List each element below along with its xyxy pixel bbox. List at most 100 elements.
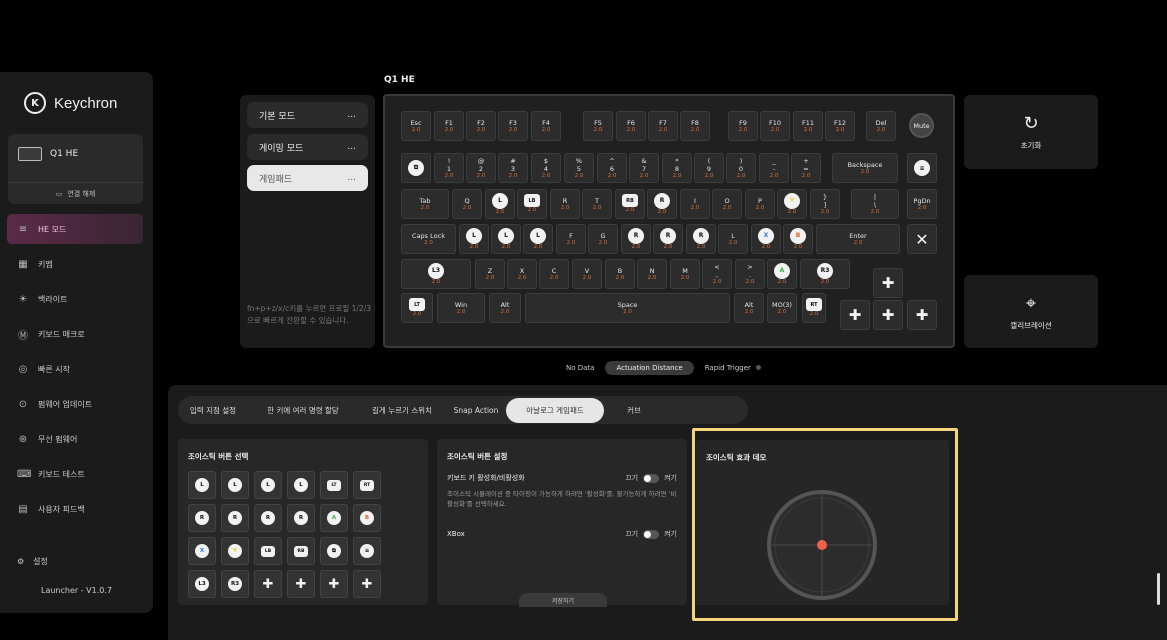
key-r0-c11[interactable]: F11 2.0 (793, 111, 823, 141)
key-r5-c2[interactable]: Alt 2.0 (489, 293, 521, 323)
sidebar-item-0[interactable]: ≡ HE 모드 (7, 214, 143, 244)
key-r2-c9[interactable]: O 2.0 (712, 189, 742, 219)
key-r4-c3[interactable]: C 2.0 (539, 259, 569, 289)
key-r2-c5[interactable]: T 2.0 (582, 189, 612, 219)
joystick-button-option[interactable]: ✚ (320, 570, 348, 598)
xbox-toggle[interactable] (643, 529, 660, 539)
joystick-button-option[interactable]: A (320, 504, 348, 532)
key-r1-c13[interactable]: Backspace 2.0 (832, 153, 898, 183)
joystick-button-option[interactable]: R (221, 504, 249, 532)
key-r3-c11[interactable]: B 2.0 (783, 224, 813, 254)
key-r5-c6[interactable]: RT 2.0 (802, 293, 826, 323)
key-r0-c1[interactable]: F1 2.0 (434, 111, 464, 141)
calibration-button[interactable]: ⌖ 캘리브레이션 (964, 275, 1098, 348)
key-r4-c9[interactable]: >. 2.0 (735, 259, 765, 289)
key-r5-c5[interactable]: MO(3) 2.0 (767, 293, 797, 323)
key-r0-c7[interactable]: F7 2.0 (648, 111, 678, 141)
key-r1-c4[interactable]: $4 2.0 (531, 153, 561, 183)
mute-knob[interactable]: Mute (909, 113, 934, 138)
save-button[interactable]: 저장하기 (519, 593, 607, 607)
key-r4-c6[interactable]: N 2.0 (637, 259, 667, 289)
key-r1-c2[interactable]: @2 2.0 (466, 153, 496, 183)
joystick-button-option[interactable]: ✚ (254, 570, 282, 598)
joystick-button-option[interactable]: R3 (221, 570, 249, 598)
key-r5-c3[interactable]: Space 2.0 (525, 293, 730, 323)
keyboard-key-toggle[interactable] (643, 473, 660, 483)
sidebar-item-8[interactable]: ▤ 사용자 피드백 (7, 494, 143, 524)
key-r3-c7[interactable]: R 2.0 (653, 224, 683, 254)
key-r0-c9[interactable]: F9 2.0 (728, 111, 758, 141)
segment-no-data[interactable]: No Data (555, 361, 605, 375)
key-r3-c8[interactable]: R 2.0 (686, 224, 716, 254)
joystick-button-option[interactable]: R (254, 504, 282, 532)
joystick-button-option[interactable]: L3 (188, 570, 216, 598)
key-r0-c4[interactable]: F4 2.0 (531, 111, 561, 141)
more-icon[interactable]: ... (347, 110, 356, 120)
joystick-button-option[interactable]: L (287, 471, 315, 499)
key-r3-c12[interactable]: Enter 2.0 (816, 224, 900, 254)
key-r2-c12[interactable]: }] 2.0 (810, 189, 840, 219)
joystick-button-option[interactable]: L (188, 471, 216, 499)
key-r2-c8[interactable]: I 2.0 (680, 189, 710, 219)
tab-0[interactable]: 입력 지점 설정 (178, 398, 248, 423)
tab-2[interactable]: 길게 누르기 스위치 (358, 398, 446, 423)
joystick-button-option[interactable]: LB (254, 537, 282, 565)
key-r2-c2[interactable]: L 2.0 (485, 189, 515, 219)
mode-gaming-button[interactable]: 게이밍 모드... (247, 134, 368, 160)
key-r3-c5[interactable]: G 2.0 (588, 224, 618, 254)
key-r3-c3[interactable]: L 2.0 (523, 224, 553, 254)
key-r0-c10[interactable]: F10 2.0 (760, 111, 790, 141)
key-r0-c3[interactable]: F3 2.0 (498, 111, 528, 141)
key-r1-c11[interactable]: _ -2.0 (759, 153, 789, 183)
key-r0-c0[interactable]: Esc 2.0 (401, 111, 431, 141)
key-r3-c13[interactable]: ✕ (907, 224, 937, 254)
disconnect-button[interactable]: ▭ 연결 해제 (8, 182, 143, 204)
joystick-button-option[interactable]: Y (221, 537, 249, 565)
joystick-button-option[interactable]: ✚ (287, 570, 315, 598)
key-r3-c0[interactable]: Caps Lock 2.0 (401, 224, 456, 254)
reset-button[interactable]: ↻ 초기화 (964, 95, 1098, 169)
joystick-button-option[interactable]: LT (320, 471, 348, 499)
key-r1-c10[interactable]: ) 0 2.0 (726, 153, 756, 183)
joystick-button-option[interactable]: RB (287, 537, 315, 565)
key-r4-c5[interactable]: B 2.0 (605, 259, 635, 289)
joystick-button-option[interactable]: L (221, 471, 249, 499)
device-card[interactable]: Q1 HE ▭ 연결 해제 (8, 134, 143, 204)
joystick-button-option[interactable]: L (254, 471, 282, 499)
key-r2-c3[interactable]: LB 2.0 (517, 189, 547, 219)
key-r1-c5[interactable]: % 5 2.0 (564, 153, 594, 183)
key-r4-c10[interactable]: A 2.0 (767, 259, 797, 289)
key-r1-c7[interactable]: & 7 2.0 (629, 153, 659, 183)
key-r3-c10[interactable]: X 2.0 (751, 224, 781, 254)
key-r0-c5[interactable]: F5 2.0 (583, 111, 613, 141)
key-r2-c14[interactable]: PgDn 2.0 (907, 189, 937, 219)
key-r3-c9[interactable]: L 2.0 (718, 224, 748, 254)
joystick-button-option[interactable]: R (188, 504, 216, 532)
key-r5-c0[interactable]: LT 2.0 (401, 293, 433, 323)
segment-rapid-trigger[interactable]: Rapid Trigger (694, 361, 762, 375)
key-r4-c0[interactable]: L3 2.0 (401, 259, 471, 289)
scrollbar-thumb[interactable] (1157, 573, 1160, 605)
key-r4-c7[interactable]: M 2.0 (670, 259, 700, 289)
key-r1-c14[interactable]: ≡ (907, 153, 937, 183)
joystick-button-option[interactable]: X (188, 537, 216, 565)
key-r0-c13[interactable]: Del 2.0 (866, 111, 896, 141)
key-r0-c8[interactable]: F8 2.0 (680, 111, 710, 141)
key-r4-c4[interactable]: V 2.0 (572, 259, 602, 289)
segment-actuation-distance[interactable]: Actuation Distance (605, 360, 694, 375)
tab-1[interactable]: 한 키에 여러 명령 할당 (248, 398, 358, 423)
sidebar-item-5[interactable]: ⊙ 펌웨어 업데이트 (7, 389, 143, 419)
joystick-button-option[interactable]: ✚ (353, 570, 381, 598)
mode-basic-button[interactable]: 기본 모드... (247, 102, 368, 128)
key-r2-c0[interactable]: Tab 2.0 (401, 189, 449, 219)
key-r5-c8[interactable]: ✚ (873, 300, 903, 330)
key-r3-c6[interactable]: R 2.0 (621, 224, 651, 254)
key-r2-c6[interactable]: RB 2.0 (615, 189, 645, 219)
key-r2-c10[interactable]: P 2.0 (745, 189, 775, 219)
key-r1-c12[interactable]: + = 2.0 (791, 153, 821, 183)
joystick-button-option[interactable]: ⧉ (320, 537, 348, 565)
key-r1-c8[interactable]: * 8 2.0 (662, 153, 692, 183)
key-r4-c12[interactable]: ✚ (873, 268, 903, 298)
joystick-button-option[interactable]: B (353, 504, 381, 532)
key-r1-c0[interactable]: ⧉ (401, 153, 431, 183)
